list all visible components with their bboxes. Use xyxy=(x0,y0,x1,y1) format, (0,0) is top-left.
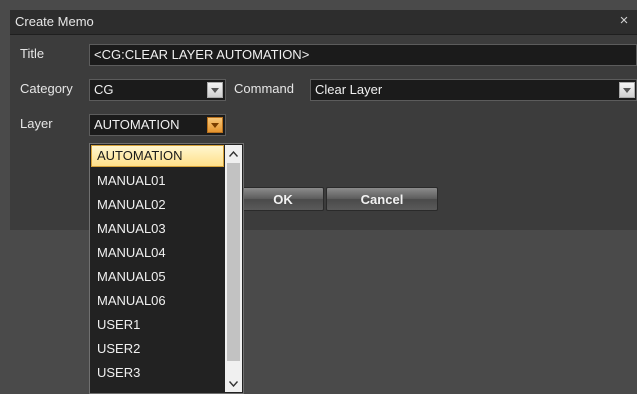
list-item[interactable]: USER3 xyxy=(91,362,224,384)
command-select[interactable]: Clear Layer xyxy=(310,79,637,101)
layer-dropdown-list[interactable]: AUTOMATION MANUAL01 MANUAL02 MANUAL03 MA… xyxy=(89,143,244,394)
category-value: CG xyxy=(94,82,114,97)
list-item[interactable]: MANUAL03 xyxy=(91,218,224,240)
list-item[interactable]: MANUAL02 xyxy=(91,194,224,216)
list-item[interactable]: MANUAL04 xyxy=(91,242,224,264)
category-select[interactable]: CG xyxy=(89,79,226,101)
command-value: Clear Layer xyxy=(315,82,383,97)
layer-value: AUTOMATION xyxy=(94,117,180,132)
list-item[interactable]: MANUAL05 xyxy=(91,266,224,288)
layer-label: Layer xyxy=(20,116,53,131)
dialog-title: Create Memo xyxy=(15,14,94,29)
title-label: Title xyxy=(20,46,45,61)
list-item[interactable]: AUTOMATION xyxy=(91,145,224,167)
layer-select[interactable]: AUTOMATION xyxy=(89,114,226,136)
chevron-down-icon[interactable] xyxy=(207,82,223,98)
dialog-titlebar[interactable]: Create Memo × xyxy=(10,10,637,35)
list-item[interactable]: MANUAL01 xyxy=(91,170,224,192)
dropdown-scrollbar[interactable] xyxy=(225,145,242,392)
chevron-down-icon[interactable] xyxy=(207,117,223,133)
command-label: Command xyxy=(234,81,294,96)
chevron-down-icon[interactable] xyxy=(619,82,635,98)
chevron-down-icon[interactable] xyxy=(225,375,242,392)
list-item[interactable]: MANUAL06 xyxy=(91,290,224,312)
ok-button[interactable]: OK xyxy=(242,187,324,211)
close-icon[interactable]: × xyxy=(615,12,633,30)
scrollbar-thumb[interactable] xyxy=(227,163,240,361)
chevron-up-icon[interactable] xyxy=(225,145,242,162)
list-item[interactable]: USER2 xyxy=(91,338,224,360)
category-label: Category xyxy=(20,81,73,96)
cancel-button[interactable]: Cancel xyxy=(326,187,438,211)
title-field[interactable]: <CG:CLEAR LAYER AUTOMATION> xyxy=(89,44,637,66)
list-item[interactable]: USER1 xyxy=(91,314,224,336)
